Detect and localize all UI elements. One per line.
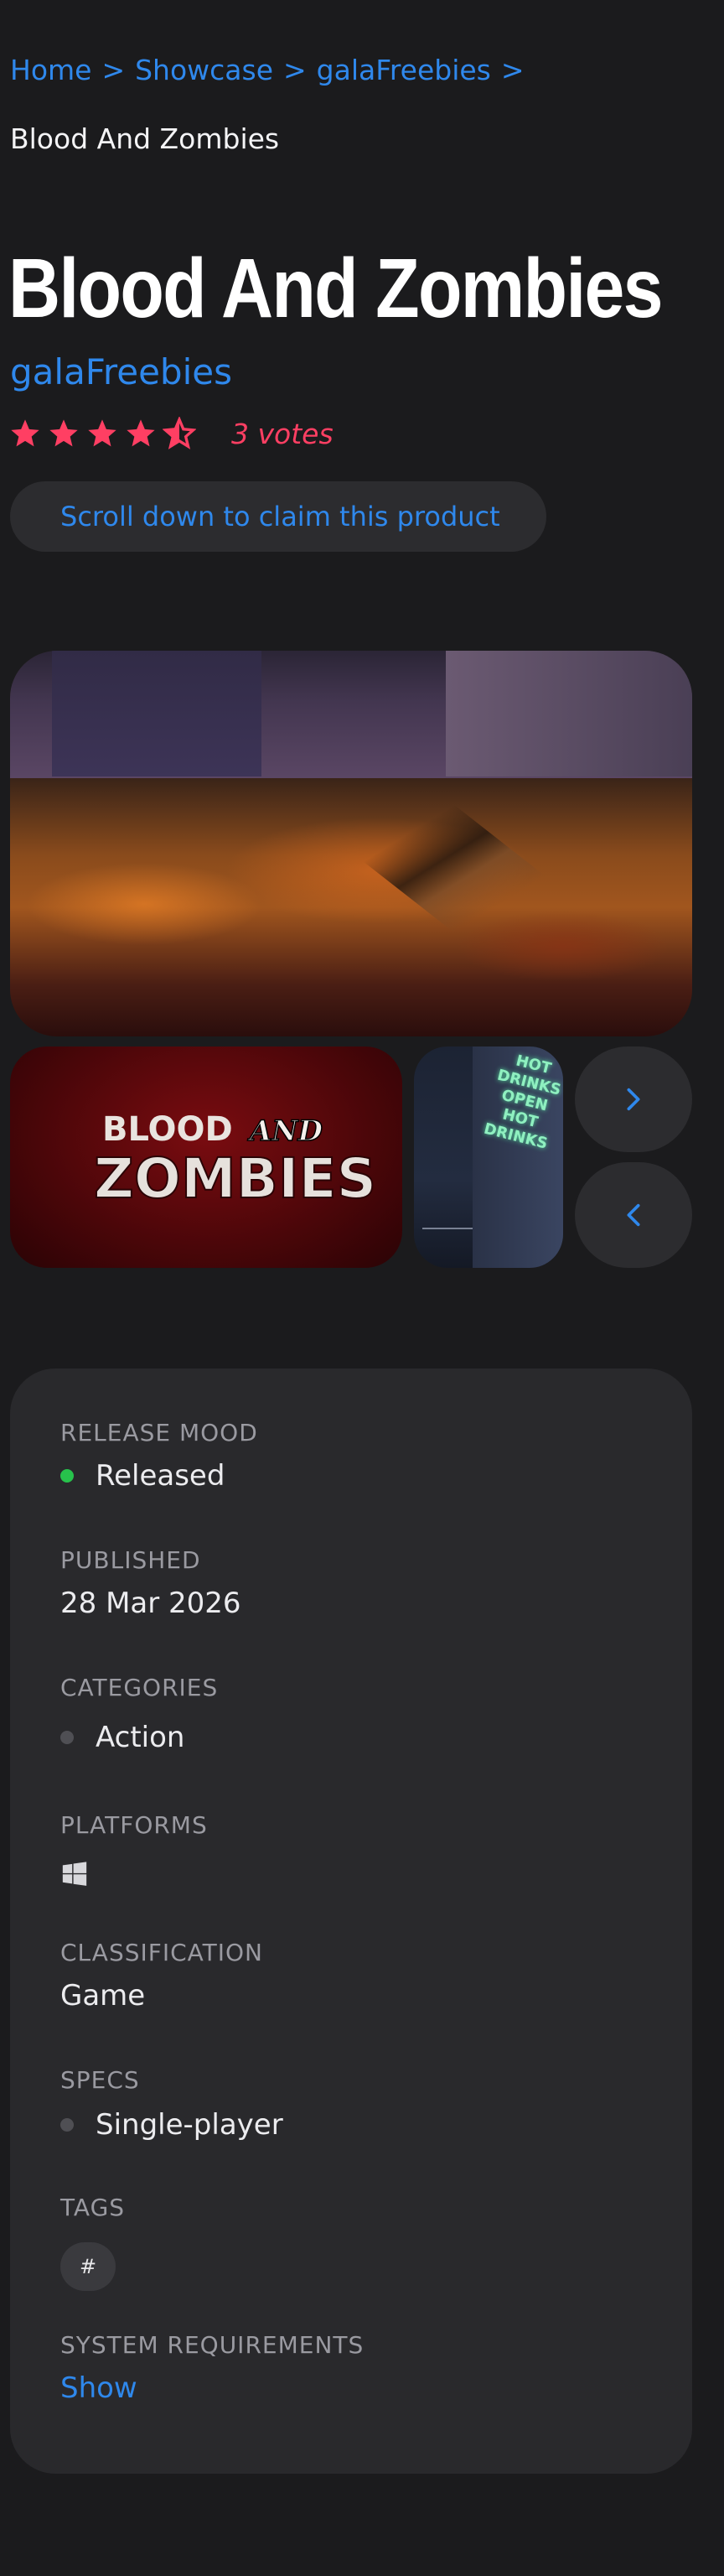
release-mood-label: RELEASE MOOD	[60, 1419, 258, 1446]
release-mood-text: Released	[96, 1459, 225, 1493]
category-item[interactable]: Action	[60, 1721, 184, 1754]
page-title: Blood And Zombies	[8, 242, 663, 335]
chevron-left-icon	[627, 1203, 640, 1227]
classification-value: Game	[60, 1979, 146, 2012]
breadcrumb-current: Blood And Zombies	[10, 122, 280, 155]
carousel-next-button[interactable]	[575, 1046, 692, 1152]
votes-count: 3 votes	[231, 417, 334, 450]
carousel-prev-button[interactable]	[575, 1162, 692, 1268]
chevron-right-icon	[627, 1088, 640, 1111]
system-requirements-label: SYSTEM REQUIREMENTS	[60, 2331, 365, 2359]
show-requirements-link[interactable]: Show	[60, 2371, 137, 2405]
product-details-card: RELEASE MOOD Released PUBLISHED 28 Mar 2…	[10, 1368, 692, 2474]
svg-text:AND: AND	[247, 1114, 323, 1148]
specs-label: SPECS	[60, 2066, 140, 2094]
breadcrumb-separator: >	[283, 54, 307, 86]
svg-text:BLOOD: BLOOD	[102, 1110, 233, 1149]
tag-chip[interactable]: #	[60, 2242, 116, 2291]
hero-building	[446, 651, 692, 776]
spec-text: Single-player	[96, 2108, 283, 2142]
status-dot-icon	[60, 1469, 74, 1483]
star-icon	[49, 419, 78, 447]
release-mood-value: Released	[60, 1459, 225, 1493]
category-text: Action	[96, 1721, 185, 1754]
breadcrumb-separator: >	[500, 54, 525, 86]
categories-label: CATEGORIES	[60, 1674, 219, 1701]
bullet-icon	[60, 2118, 74, 2132]
half-star-icon	[163, 417, 196, 449]
windows-icon	[62, 1862, 87, 1886]
platforms-label: PLATFORMS	[60, 1811, 208, 1839]
hero-screenshot[interactable]	[10, 651, 692, 1036]
breadcrumb: Home > Showcase > galaFreebies > Blood And Zo…	[10, 50, 714, 159]
breadcrumb-home-link[interactable]: Home	[10, 54, 91, 86]
screenshot-thumbnail[interactable]: HOT DRINKS OPEN HOT DRINKS	[414, 1046, 563, 1268]
star-icon	[88, 419, 116, 447]
game-logo: BLOOD AND ZOMBIES	[93, 1110, 377, 1212]
logo-thumbnail[interactable]: BLOOD AND ZOMBIES	[10, 1046, 402, 1268]
breadcrumb-showcase-link[interactable]: Showcase	[135, 54, 273, 86]
claim-scroll-button[interactable]: Scroll down to claim this product	[10, 481, 546, 552]
hero-building	[52, 651, 261, 776]
publisher-link[interactable]: galaFreebies	[10, 347, 232, 397]
classification-label: CLASSIFICATION	[60, 1939, 263, 1966]
star-icon	[11, 419, 39, 447]
spec-item: Single-player	[60, 2108, 283, 2142]
thumbnail-hud	[422, 1228, 473, 1254]
bullet-icon	[60, 1731, 74, 1744]
published-value: 28 Mar 2026	[60, 1587, 241, 1620]
star-rating[interactable]: 3 votes	[8, 411, 334, 456]
star-icon	[127, 419, 155, 447]
breadcrumb-separator: >	[101, 54, 126, 86]
svg-text:ZOMBIES: ZOMBIES	[94, 1146, 376, 1211]
published-label: PUBLISHED	[60, 1546, 201, 1574]
tags-label: TAGS	[60, 2194, 126, 2221]
breadcrumb-publisher-link[interactable]: galaFreebies	[317, 54, 491, 86]
